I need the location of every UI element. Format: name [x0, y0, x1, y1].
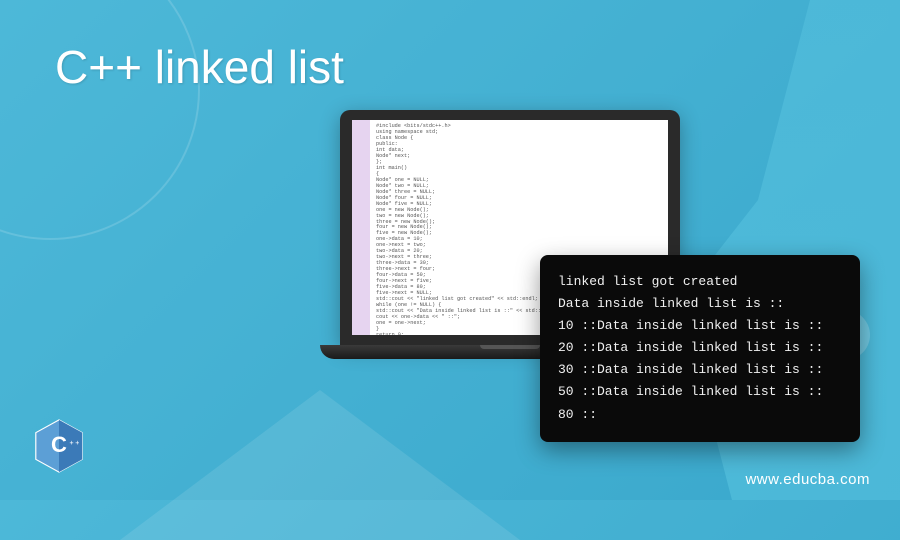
bg-triangle: [120, 390, 520, 540]
code-gutter: [352, 120, 370, 335]
terminal-line: 30 ::Data inside linked list is ::: [558, 359, 842, 381]
bg-circle: [0, 0, 200, 240]
terminal-output: linked list got createdData inside linke…: [540, 255, 860, 442]
svg-text:+: +: [75, 440, 79, 447]
site-url: www.educba.com: [745, 471, 870, 488]
page-title: C++ linked list: [55, 40, 344, 94]
svg-text:+: +: [69, 440, 73, 447]
terminal-line: 80 ::: [558, 404, 842, 426]
terminal-line: linked list got created: [558, 271, 842, 293]
terminal-line: 50 ::Data inside linked list is ::: [558, 381, 842, 403]
terminal-line: 20 ::Data inside linked list is ::: [558, 337, 842, 359]
terminal-line: Data inside linked list is ::: [558, 293, 842, 315]
cpp-logo-icon: C + +: [30, 417, 88, 475]
terminal-line: 10 ::Data inside linked list is ::: [558, 315, 842, 337]
svg-text:C: C: [51, 432, 67, 457]
